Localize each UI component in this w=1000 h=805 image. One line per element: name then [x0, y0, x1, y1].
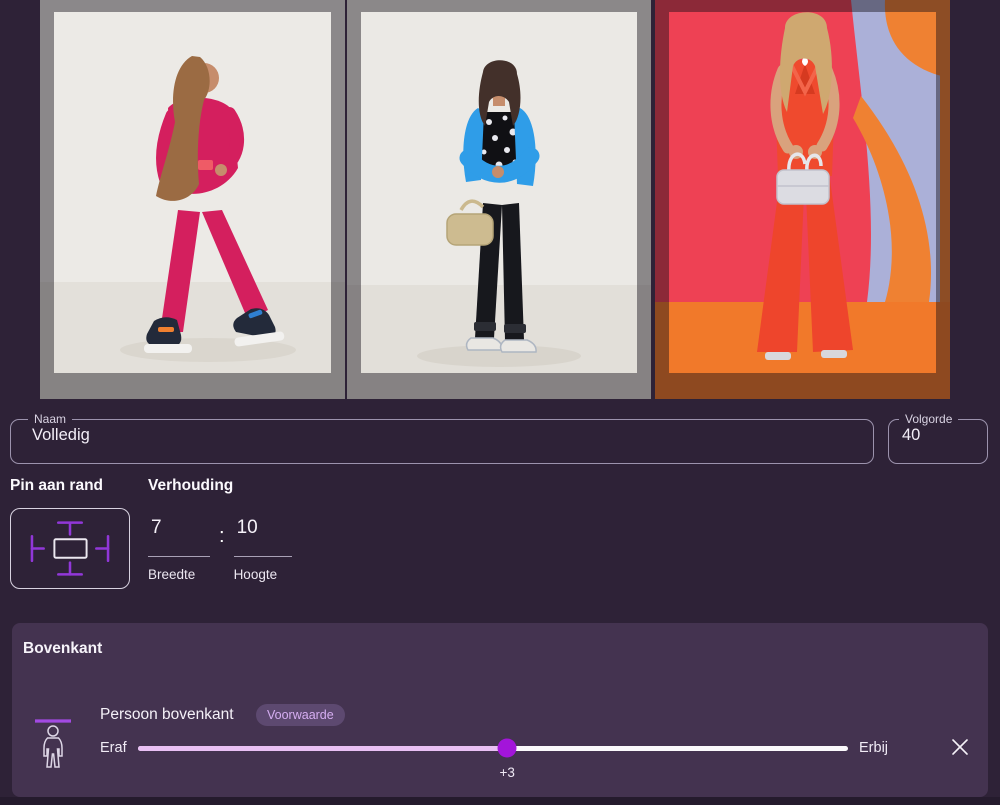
volgorde-field-label: Volgorde: [899, 413, 958, 425]
outfit-photo-pink-jumpsuit: [40, 0, 345, 399]
close-icon: [949, 736, 971, 758]
naam-field: Naam: [10, 413, 874, 464]
pin-aan-rand-selector[interactable]: [10, 508, 130, 589]
verhouding-heading: Verhouding: [148, 477, 233, 495]
slider-max-label: Erbij: [859, 740, 888, 756]
ratio-height-input[interactable]: [234, 509, 292, 557]
outfit-photo-orange-jumpsuit: [655, 0, 950, 399]
pin-aan-rand-heading: Pin aan rand: [10, 477, 103, 495]
slider-min-label: Eraf: [100, 740, 127, 756]
ratio-width-input[interactable]: [148, 509, 210, 557]
naam-input[interactable]: [32, 426, 868, 445]
naam-field-label: Naam: [28, 413, 72, 425]
ratio-height-field: Hoogte: [234, 509, 292, 582]
panel-title: Bovenkant: [23, 640, 102, 658]
slider-fill: [138, 746, 507, 751]
slider-value: +3: [499, 765, 514, 780]
volgorde-input[interactable]: [902, 426, 972, 445]
next-section-edge: [0, 797, 1000, 805]
volgorde-field: Volgorde: [888, 413, 988, 464]
ratio-width-field: Breedte: [148, 509, 210, 582]
bovenkant-panel: Bovenkant Persoon bovenkant Voorwaarde E…: [12, 623, 988, 797]
rule-label: Persoon bovenkant: [100, 706, 234, 724]
ratio-height-label: Hoogte: [234, 567, 292, 582]
remove-rule-button[interactable]: [944, 733, 976, 763]
photo-orange-jumpsuit-art: [655, 0, 950, 399]
outfit-photo-blue-cardigan: [347, 0, 651, 399]
photo-pink-jumpsuit-art: [40, 0, 345, 399]
person-top-icon: [34, 719, 72, 769]
slider-thumb[interactable]: [498, 739, 517, 758]
voorwaarde-badge: Voorwaarde: [256, 704, 345, 726]
ratio-group: Breedte : Hoogte: [148, 509, 292, 582]
crop-editor-screen: Naam Volgorde Pin aan rand Verhouding Br…: [0, 0, 1000, 805]
slider-track[interactable]: +3: [138, 746, 848, 751]
photo-blue-cardigan-art: [347, 0, 651, 399]
ratio-separator: :: [219, 525, 225, 548]
ratio-width-label: Breedte: [148, 567, 210, 582]
pin-edges-icon: [11, 509, 129, 588]
